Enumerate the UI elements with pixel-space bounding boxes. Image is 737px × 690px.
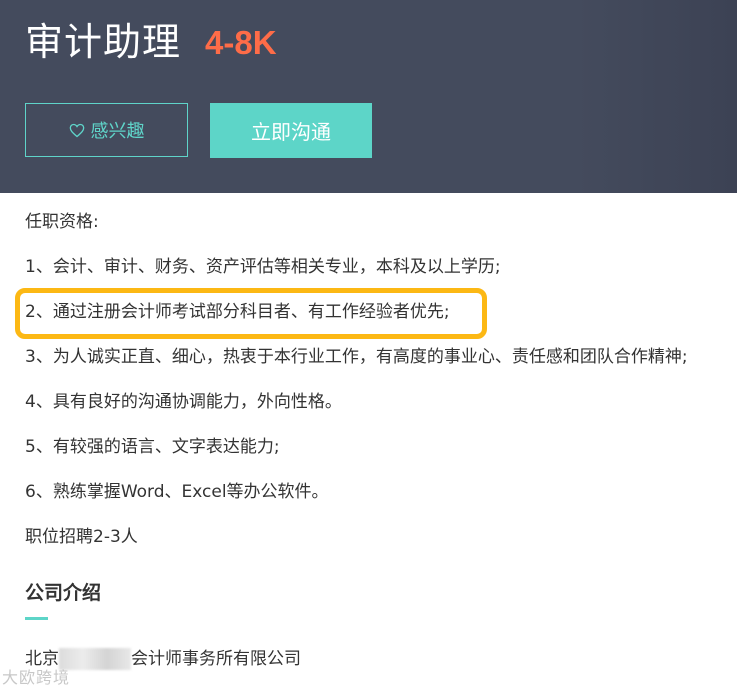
watermark: 大欧跨境 xyxy=(2,668,71,687)
job-header: 审计助理 4-8K 感兴趣 立即沟通 xyxy=(0,0,737,193)
company-name-suffix: 会计师事务所有限公司 xyxy=(131,649,301,669)
requirements-heading: 任职资格: xyxy=(25,212,99,232)
chat-now-button[interactable]: 立即沟通 xyxy=(210,103,372,158)
header-shade xyxy=(577,0,737,193)
company-heading-underline xyxy=(25,617,48,620)
salary-range: 4-8K xyxy=(205,24,277,61)
headcount-note: 职位招聘2-3人 xyxy=(25,527,138,547)
heart-outline-icon xyxy=(69,123,84,137)
requirement-item: 2、通过注册会计师考试部分科目者、有工作经验者优先; xyxy=(25,302,450,322)
requirement-item: 1、会计、审计、财务、资产评估等相关专业，本科及以上学历; xyxy=(25,257,501,277)
requirement-item: 3、为人诚实正直、细心，热衷于本行业工作，有高度的事业心、责任感和团队合作精神; xyxy=(25,347,688,367)
requirement-item: 5、有较强的语言、文字表达能力; xyxy=(25,437,280,457)
interest-button-label: 感兴趣 xyxy=(90,121,145,142)
company-intro-heading: 公司介绍 xyxy=(25,582,102,604)
requirement-item: 4、具有良好的沟通协调能力，外向性格。 xyxy=(25,392,342,412)
interest-button[interactable]: 感兴趣 xyxy=(25,103,188,157)
requirements-section: 任职资格: 1、会计、审计、财务、资产评估等相关专业，本科及以上学历; 2、通过… xyxy=(25,208,725,551)
requirement-item: 6、熟练掌握Word、Excel等办公软件。 xyxy=(25,482,329,502)
job-title: 审计助理 xyxy=(25,20,182,64)
